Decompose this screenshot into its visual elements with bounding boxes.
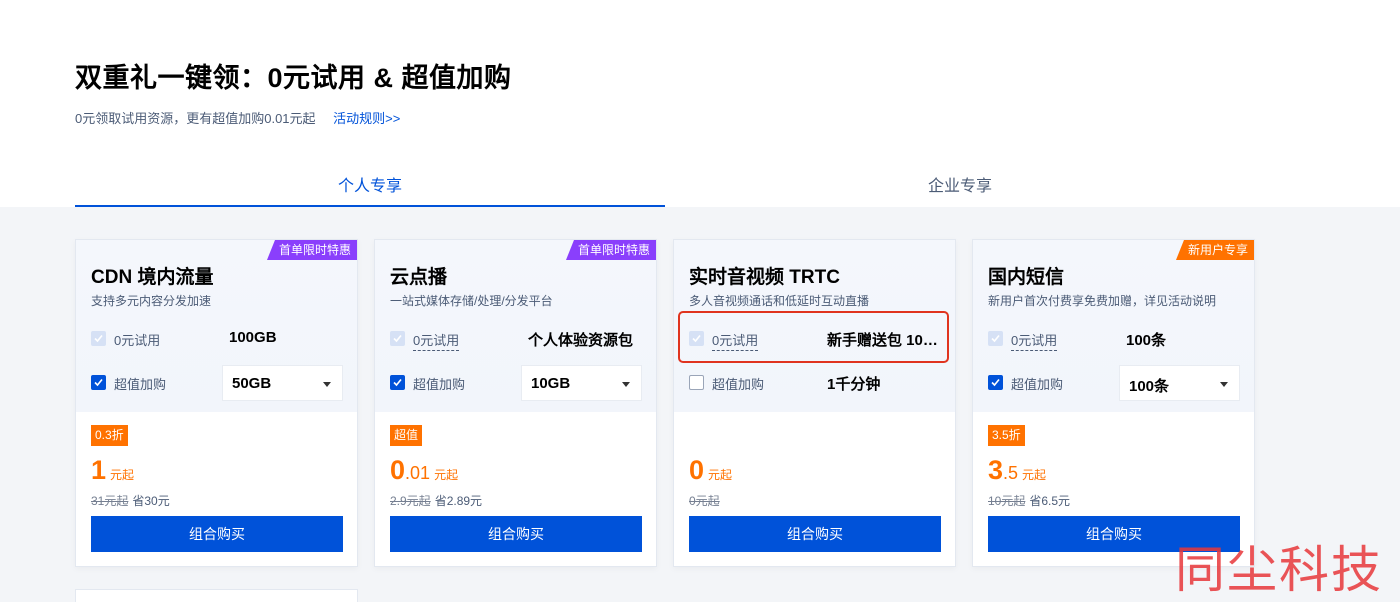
original-price-row: 31元起 省30元 (91, 492, 170, 509)
addon-label: 超值加购 (114, 377, 167, 392)
price-unit: 元起 (1022, 468, 1047, 482)
product-card-sms: 新用户专享 国内短信 新用户首次付费享免费加赠，详见活动说明 0元试用 100条… (972, 239, 1255, 567)
original-price: 0元起 (689, 494, 720, 508)
promo-badge: 首单限时特惠 (565, 240, 656, 260)
trial-option: 0元试用 100条 (988, 321, 1240, 357)
price-integer: 0 (689, 455, 705, 485)
original-price-row: 0元起 (689, 492, 724, 509)
addon-checkbox[interactable] (390, 375, 405, 390)
page-header: 双重礼一键领：0元试用 & 超值加购 0元领取试用资源，更有超值加购0.01元起… (0, 0, 1400, 207)
card-desc: 多人音视频通话和低延时互动直播 (689, 294, 870, 308)
discount-tag: 3.5折 (988, 425, 1025, 446)
original-price-row: 10元起 省6.5元 (988, 492, 1070, 509)
activity-rules-link[interactable]: 活动规则>> (333, 111, 400, 126)
addon-label: 超值加购 (1011, 377, 1064, 392)
tab-personal[interactable]: 个人专享 (75, 172, 665, 207)
card-title: CDN 境内流量 (91, 267, 214, 288)
card-title: 云点播 (390, 267, 448, 288)
card-desc: 支持多元内容分发加速 (91, 294, 212, 308)
trial-option: 0元试用 100GB (91, 321, 343, 357)
caret-down-icon (323, 382, 331, 387)
annotation-highlight-box (678, 311, 949, 363)
card-desc: 一站式媒体存储/处理/分发平台 (390, 294, 553, 308)
subtitle-text: 0元领取试用资源，更有超值加购0.01元起 (75, 111, 316, 126)
original-price: 31元起 (91, 494, 129, 508)
watermark: 同尘科技 (1175, 541, 1383, 599)
addon-option: 超值加购 50GB (91, 365, 343, 401)
price-decimal: .01 (405, 463, 431, 483)
addon-checkbox[interactable] (988, 375, 1003, 390)
card-title: 国内短信 (988, 267, 1065, 288)
addon-checkbox[interactable] (689, 375, 704, 390)
price-unit: 元起 (708, 468, 733, 482)
price: 3.5 元起 (988, 455, 1046, 486)
discount-tag: 超值 (390, 425, 423, 446)
trial-label: 0元试用 (114, 333, 161, 348)
price-decimal: .5 (1003, 463, 1019, 483)
price: 1 元起 (91, 455, 134, 486)
trial-value: 100GB (229, 329, 277, 346)
price-integer: 3 (988, 455, 1004, 485)
tab-enterprise[interactable]: 企业专享 (665, 172, 1255, 207)
addon-select[interactable]: 10GB (521, 365, 642, 401)
trial-label[interactable]: 0元试用 (1011, 330, 1058, 351)
combo-buy-button[interactable]: 组合购买 (91, 516, 343, 552)
trial-checkbox (988, 331, 1003, 346)
addon-label: 超值加购 (712, 377, 765, 392)
trial-value: 100条 (1126, 332, 1167, 349)
price-integer: 1 (91, 455, 107, 485)
addon-select-value: 10GB (531, 375, 571, 392)
trial-value: 个人体验资源包 (528, 332, 634, 349)
card-desc: 新用户首次付费享免费加赠，详见活动说明 (988, 294, 1217, 308)
trial-label[interactable]: 0元试用 (413, 330, 460, 351)
addon-select[interactable]: 50GB (222, 365, 343, 401)
caret-down-icon (1220, 382, 1228, 387)
addon-option: 超值加购 1千分钟 (689, 365, 941, 401)
price-unit: 元起 (110, 468, 135, 482)
product-card-trtc: 实时音视频 TRTC 多人音视频通话和低延时互动直播 0元试用 新手赠送包 10… (673, 239, 956, 567)
savings: 省30元 (132, 494, 170, 508)
addon-select-value: 50GB (232, 375, 272, 392)
savings: 省2.89元 (434, 494, 483, 508)
original-price: 10元起 (988, 494, 1026, 508)
addon-select[interactable]: 100条 (1119, 365, 1240, 401)
addon-label: 超值加购 (413, 377, 466, 392)
price: 0 元起 (689, 455, 732, 486)
discount-tag: 0.3折 (91, 425, 128, 446)
trial-checkbox (91, 331, 106, 346)
trial-checkbox (390, 331, 405, 346)
card-title: 实时音视频 TRTC (689, 267, 840, 288)
price: 0.01 元起 (390, 455, 458, 486)
combo-buy-button[interactable]: 组合购买 (390, 516, 642, 552)
trial-option: 0元试用 个人体验资源包 (390, 321, 642, 357)
product-card-vod: 首单限时特惠 云点播 一站式媒体存储/处理/分发平台 0元试用 个人体验资源包 … (374, 239, 657, 567)
page-subtitle: 0元领取试用资源，更有超值加购0.01元起 活动规则>> (75, 108, 400, 127)
price-integer: 0 (390, 455, 406, 485)
addon-option: 超值加购 10GB (390, 365, 642, 401)
original-price-row: 2.9元起 省2.89元 (390, 492, 482, 509)
addon-option: 超值加购 100条 (988, 365, 1240, 401)
product-card-cdn: 首单限时特惠 CDN 境内流量 支持多元内容分发加速 0元试用 100GB 超值… (75, 239, 358, 567)
addon-checkbox[interactable] (91, 375, 106, 390)
combo-buy-button[interactable]: 组合购买 (689, 516, 941, 552)
addon-select-value: 100条 (1129, 378, 1170, 395)
promo-badge: 首单限时特惠 (266, 240, 357, 260)
promo-badge: 新用户专享 (1175, 240, 1254, 260)
addon-value: 1千分钟 (827, 376, 881, 393)
savings: 省6.5元 (1029, 494, 1071, 508)
page-title: 双重礼一键领：0元试用 & 超值加购 (75, 63, 512, 93)
caret-down-icon (622, 382, 630, 387)
price-unit: 元起 (434, 468, 459, 482)
next-row-card (75, 589, 358, 602)
original-price: 2.9元起 (390, 494, 431, 508)
